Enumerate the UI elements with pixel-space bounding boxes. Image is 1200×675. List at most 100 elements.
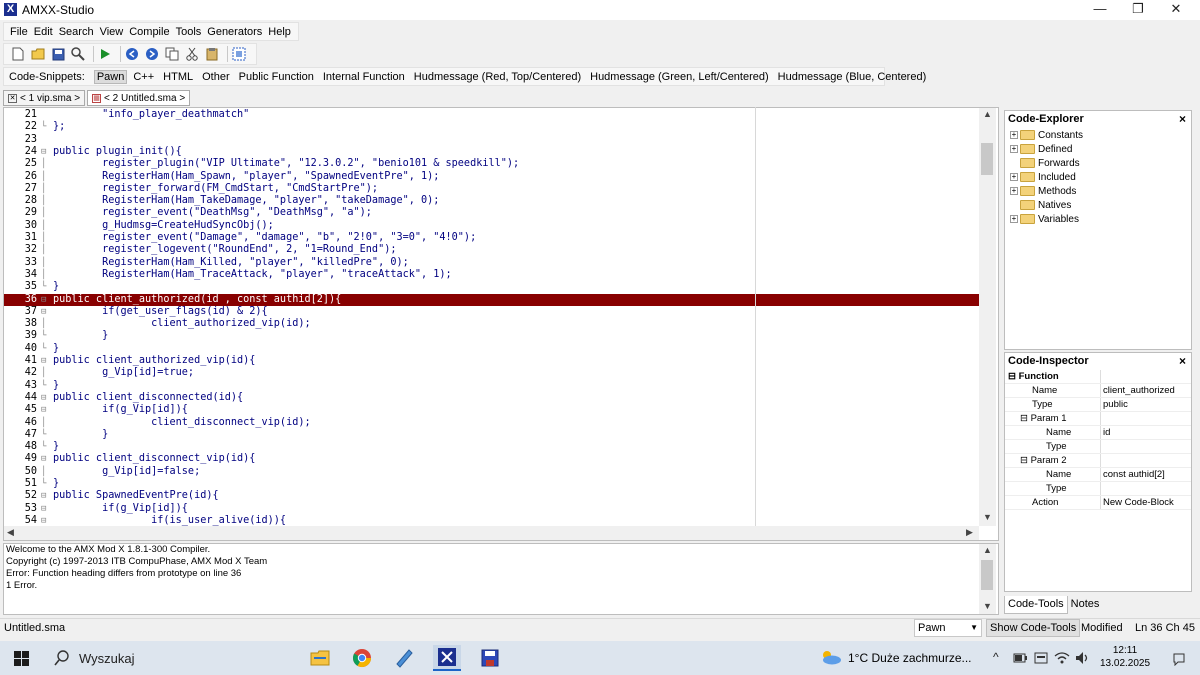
snippet-hud-blue[interactable]: Hudmessage (Blue, Centered) [778, 71, 927, 83]
inspector-row[interactable]: Type [1005, 482, 1191, 496]
keyboard-icon[interactable] [1034, 651, 1048, 665]
fold-marker[interactable]: │ [41, 257, 50, 269]
code-line[interactable]: 47 └ } [4, 429, 980, 441]
code-line-error-highlight[interactable]: 36 ⊟ public client_authorized(id , const a… [4, 293, 980, 306]
taskbar-search[interactable]: Wyszukaj [44, 645, 294, 671]
fold-marker[interactable]: └ [41, 343, 50, 355]
fold-marker[interactable]: ⊟ [41, 503, 50, 515]
code-line[interactable]: 44 ⊟ public client_disconnected(id){ [4, 392, 980, 404]
code-line[interactable]: 39 └ } [4, 330, 980, 342]
fold-marker[interactable]: ⊟ [41, 355, 50, 367]
code-line[interactable]: 37 ⊟ if(get_user_flags(id) & 2){ [4, 306, 980, 318]
snippet-other[interactable]: Other [202, 71, 230, 83]
maximize-button[interactable]: ❐ [1118, 0, 1158, 20]
tab-untitled-sma[interactable]: ▦ < 2 Untitled.sma > [87, 90, 191, 106]
snippet-pawn[interactable]: Pawn [93, 69, 128, 84]
snippet-public-function[interactable]: Public Function [239, 71, 314, 83]
output-scrollbar[interactable]: ▲ ▼ [979, 544, 996, 614]
forward-icon[interactable] [144, 46, 160, 62]
minimize-button[interactable]: — [1080, 0, 1120, 20]
expand-icon[interactable]: + [1010, 187, 1018, 195]
explorer-item[interactable]: + Methods [1005, 184, 1191, 198]
fold-marker[interactable]: └ [41, 429, 50, 441]
code-line[interactable]: 38 │ client_authorized_vip(id); [4, 318, 980, 330]
inspector-row[interactable]: ⊟ Function [1005, 370, 1191, 384]
back-icon[interactable] [124, 46, 140, 62]
fold-marker[interactable]: └ [41, 441, 50, 453]
snippet-html[interactable]: HTML [163, 71, 193, 83]
editor-horizontal-scrollbar[interactable]: ◀ ▶ [4, 526, 979, 540]
code-line[interactable]: 41 ⊟ public client_authorized_vip(id){ [4, 355, 980, 367]
menu-view[interactable]: View [100, 26, 124, 38]
fold-marker[interactable]: └ [41, 121, 50, 133]
expand-icon[interactable]: + [1010, 173, 1018, 181]
scroll-down-icon[interactable]: ▼ [983, 512, 992, 522]
paste-icon[interactable] [204, 46, 220, 62]
snippet-internal-function[interactable]: Internal Function [323, 71, 405, 83]
notifications-icon[interactable] [1172, 652, 1186, 666]
close-tab-icon[interactable]: ✕ [8, 93, 17, 103]
open-folder-icon[interactable] [30, 46, 46, 62]
notepad-icon[interactable] [390, 645, 418, 671]
inspector-row[interactable]: Name client_authorized [1005, 384, 1191, 398]
find-icon[interactable] [70, 46, 86, 62]
weather-text[interactable]: 1°C Duże zachmurze... [848, 651, 972, 665]
fold-marker[interactable]: │ [41, 195, 50, 207]
scroll-left-icon[interactable]: ◀ [7, 527, 14, 538]
code-line[interactable]: 24 ⊟ public plugin_init(){ [4, 146, 980, 158]
code-line[interactable]: 27 │ register_forward(FM_CmdStart, "CmdSt… [4, 183, 980, 195]
fold-marker[interactable]: │ [41, 158, 50, 170]
code-line[interactable]: 45 ⊟ if(g_Vip[id]){ [4, 404, 980, 416]
snippet-cpp[interactable]: C++ [133, 71, 154, 83]
code-line[interactable]: 31 │ register_event("Damage", "damage", "… [4, 232, 980, 244]
code-line[interactable]: 46 │ client_disconnect_vip(id); [4, 417, 980, 429]
inspector-row[interactable]: ⊟ Param 1 [1005, 412, 1191, 426]
scroll-right-icon[interactable]: ▶ [966, 527, 973, 538]
code-line[interactable]: 23 [4, 134, 980, 146]
fold-marker[interactable]: │ [41, 220, 50, 232]
scrollbar-thumb[interactable] [981, 560, 993, 590]
scroll-up-icon[interactable]: ▲ [983, 109, 992, 119]
explorer-item[interactable]: Natives [1005, 198, 1191, 212]
new-file-icon[interactable] [10, 46, 26, 62]
code-line[interactable]: 40 └} [4, 343, 980, 355]
windows-start-icon[interactable] [14, 651, 29, 666]
code-line[interactable]: 34 │ RegisterHam(Ham_TraceAttack, "player… [4, 269, 980, 281]
code-line[interactable]: 22 └}; [4, 121, 980, 133]
fold-marker[interactable]: │ [41, 171, 50, 183]
fold-marker[interactable]: │ [41, 367, 50, 379]
code-line[interactable]: 32 │ register_logevent("RoundEnd", 2, "1=… [4, 244, 980, 256]
chrome-icon[interactable] [348, 645, 376, 671]
close-inspector-icon[interactable]: × [1179, 353, 1186, 370]
fold-marker[interactable]: │ [41, 269, 50, 281]
close-button[interactable]: ✕ [1156, 0, 1196, 20]
amxx-studio-taskbar-icon[interactable] [433, 645, 461, 671]
menu-file[interactable]: File [10, 26, 28, 38]
scroll-down-icon[interactable]: ▼ [983, 601, 992, 611]
code-line[interactable]: 26 │ RegisterHam(Ham_Spawn, "player", "Sp… [4, 171, 980, 183]
fold-marker[interactable]: │ [41, 232, 50, 244]
scroll-up-icon[interactable]: ▲ [983, 545, 992, 555]
battery-icon[interactable] [1013, 653, 1028, 664]
editor-vertical-scrollbar[interactable]: ▲ ▼ [979, 108, 996, 526]
code-line[interactable]: 53 ⊟ if(g_Vip[id]){ [4, 503, 980, 515]
menu-compile[interactable]: Compile [129, 26, 169, 38]
code-editor[interactable]: 21 "info_player_deathmatch" 22 └}; 23 24 ⊟ pub… [3, 107, 999, 541]
code-line[interactable]: 48 └} [4, 441, 980, 453]
fold-marker[interactable]: │ [41, 207, 50, 219]
fold-marker[interactable]: ⊟ [41, 404, 50, 416]
language-select[interactable]: Pawn ▼ [914, 619, 982, 637]
inspector-row[interactable]: Action New Code-Block [1005, 496, 1191, 510]
code-line[interactable]: 50 │ g_Vip[id]=false; [4, 466, 980, 478]
snippet-hud-red[interactable]: Hudmessage (Red, Top/Centered) [414, 71, 581, 83]
fold-marker[interactable]: ⊟ [41, 392, 50, 404]
menu-edit[interactable]: Edit [34, 26, 53, 38]
menu-search[interactable]: Search [59, 26, 94, 38]
code-line[interactable]: 52 ⊟ public SpawnedEventPre(id){ [4, 490, 980, 502]
expand-icon[interactable]: + [1010, 145, 1018, 153]
code-line[interactable]: 42 │ g_Vip[id]=true; [4, 367, 980, 379]
fold-marker[interactable]: │ [41, 318, 50, 330]
menu-tools[interactable]: Tools [176, 26, 202, 38]
code-line[interactable]: 25 │ register_plugin("VIP Ultimate", "12.… [4, 158, 980, 170]
code-line[interactable]: 33 │ RegisterHam(Ham_Killed, "player", "k… [4, 257, 980, 269]
